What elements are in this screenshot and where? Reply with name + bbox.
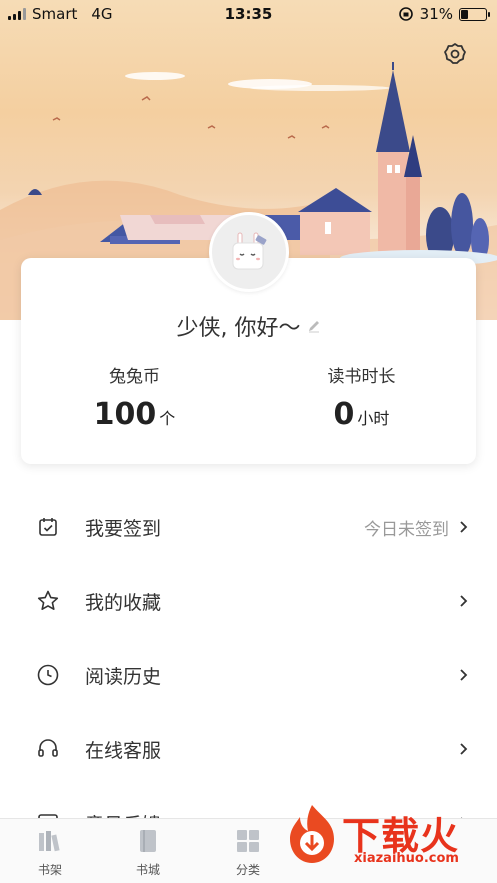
tab-category[interactable]: 分类 [218,825,278,878]
chevron-right-icon [457,594,471,608]
battery-percent: 31% [419,5,453,23]
battery-icon [459,7,490,21]
greeting-text: 少侠, 你好～ [176,316,301,341]
calendar-check-icon [34,513,62,541]
coins-unit: 个 [159,409,176,428]
menu-item-history[interactable]: 阅读历史 [0,638,497,712]
menu-item-checkin[interactable]: 我要签到 今日未签到 [0,490,497,564]
status-right: 31% [398,5,490,23]
tab-label: 书架 [37,863,62,877]
menu-label: 阅读历史 [85,665,162,688]
avatar[interactable] [209,212,289,292]
coins-stat[interactable]: 兔兔币 100 个 [21,362,248,432]
checkin-status: 今日未签到 [364,519,449,540]
coins-label: 兔兔币 [109,367,160,387]
headset-icon [34,735,62,763]
watermark-url: xiazaihuo.com [354,851,459,866]
status-bar: Smart 4G 13:35 31% [0,0,497,30]
edit-pencil-icon[interactable] [307,319,321,333]
star-icon [34,587,62,615]
menu-item-customer-service[interactable]: 在线客服 [0,712,497,786]
reading-time-stat[interactable]: 读书时长 0 小时 [248,362,475,432]
rabbit-avatar-icon [232,232,267,270]
settings-button[interactable] [441,40,469,68]
rotation-lock-icon [398,7,413,21]
chevron-right-icon [457,668,471,682]
reading-time-value: 0 [333,397,355,432]
chevron-right-icon [457,520,471,534]
tab-label: 书城 [135,863,160,877]
reading-time-value-row: 0 小时 [248,397,475,432]
grid-icon [218,825,278,857]
bookshelf-icon [20,825,80,857]
battery-fill [461,9,469,19]
watermark-logo: 下载火 xiazaihuo.com [282,801,487,873]
tab-bookstore[interactable]: 书城 [118,825,178,878]
gear-icon [444,43,466,64]
coins-value: 100 [93,397,157,432]
menu-item-favorites[interactable]: 我的收藏 [0,564,497,638]
menu-label: 我的收藏 [85,591,162,614]
menu-label: 在线客服 [85,739,162,762]
book-icon [118,825,178,857]
reading-time-unit: 小时 [357,409,390,428]
reading-time-label: 读书时长 [327,367,396,387]
flame-logo-icon [290,805,334,863]
chevron-right-icon [457,742,471,756]
clock-icon [34,661,62,689]
tab-bookshelf[interactable]: 书架 [20,825,80,878]
coins-value-row: 100 个 [21,397,248,432]
menu-label: 我要签到 [85,517,162,540]
greeting-row[interactable]: 少侠, 你好～ [21,310,476,342]
tab-label: 分类 [235,863,260,877]
